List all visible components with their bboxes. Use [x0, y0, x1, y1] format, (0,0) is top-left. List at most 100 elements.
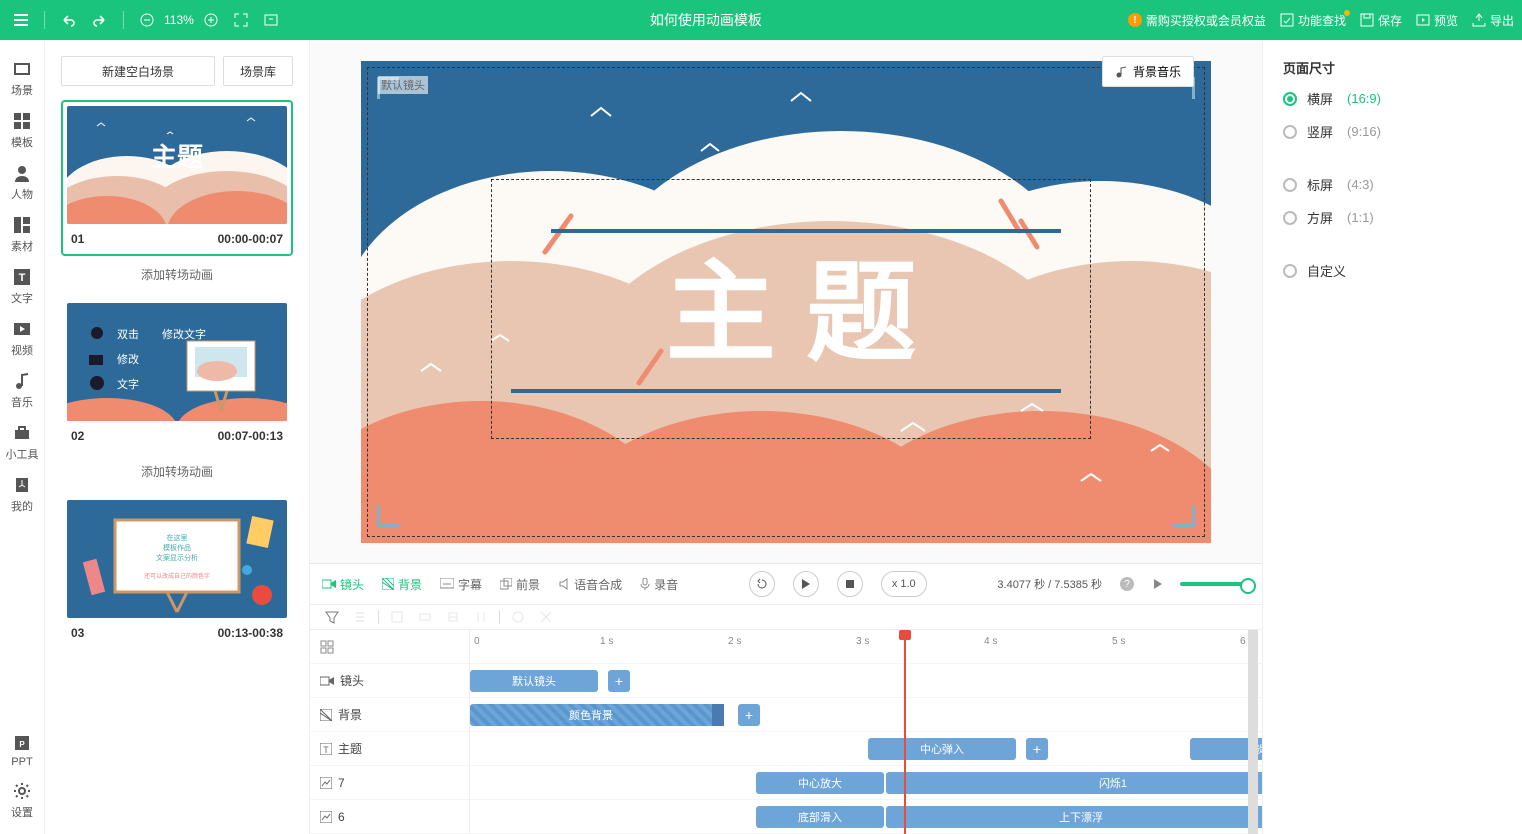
- size-standard[interactable]: 标屏(4:3): [1283, 175, 1502, 194]
- tool-a-icon[interactable]: [387, 609, 407, 625]
- row-bg[interactable]: 背景: [310, 698, 469, 732]
- save-button[interactable]: 保存: [1360, 12, 1402, 29]
- radio-icon: [1283, 211, 1297, 225]
- tab-camera[interactable]: 镜头: [322, 576, 364, 593]
- tab-bg[interactable]: 背景: [382, 576, 422, 593]
- playhead[interactable]: [904, 630, 906, 834]
- scene-card-03[interactable]: 在这里 模板作品 文案显示分析 还可以改成自己的颜色字 0300:13-00:3…: [61, 494, 293, 650]
- tab-tts[interactable]: 语音合成: [558, 576, 622, 593]
- svg-text:模板作品: 模板作品: [163, 543, 191, 552]
- rail-settings[interactable]: 设置: [11, 782, 33, 820]
- row-layer7[interactable]: 7: [310, 766, 469, 800]
- warning-icon: !: [1128, 13, 1142, 27]
- help-icon[interactable]: ?: [1120, 577, 1134, 591]
- filter-icon[interactable]: [322, 609, 342, 625]
- scene-card-02[interactable]: 双击修改文字 修改文字 0200:07-00:13: [61, 297, 293, 453]
- row-topic[interactable]: T主题: [310, 732, 469, 766]
- row-layer6[interactable]: 6: [310, 800, 469, 834]
- camera-label: 默认镜头: [378, 76, 428, 94]
- canvas-area[interactable]: 背景音乐: [310, 40, 1262, 563]
- rail-scene[interactable]: 场景: [11, 60, 33, 98]
- clip-camera[interactable]: 默认镜头: [470, 670, 598, 692]
- size-square[interactable]: 方屏(1:1): [1283, 208, 1502, 227]
- clip-l6-a[interactable]: 底部滑入: [756, 806, 884, 828]
- rail-template[interactable]: 模板: [11, 112, 33, 150]
- size-portrait[interactable]: 竖屏(9:16): [1283, 122, 1502, 141]
- add-bg-clip[interactable]: +: [738, 704, 760, 726]
- add-transition-2[interactable]: 添加转场动画: [61, 463, 293, 480]
- canvas[interactable]: 主 题 默认镜头: [361, 61, 1211, 543]
- rail-mine[interactable]: 我的: [11, 476, 33, 514]
- tool-c-icon[interactable]: [443, 609, 463, 625]
- row-camera[interactable]: 镜头: [310, 664, 469, 698]
- new-blank-scene-button[interactable]: 新建空白场景: [61, 56, 215, 86]
- preview-button[interactable]: 预览: [1416, 12, 1458, 29]
- speed-button[interactable]: x 1.0: [881, 571, 927, 597]
- undo-icon[interactable]: [55, 7, 81, 33]
- stop-button[interactable]: [837, 571, 863, 597]
- zoom-value: 113%: [164, 13, 194, 27]
- scene-library-button[interactable]: 场景库: [223, 56, 293, 86]
- scene-card-01[interactable]: 主题 0100:00-00:07: [61, 100, 293, 256]
- add-transition-1[interactable]: 添加转场动画: [61, 266, 293, 283]
- tool-e-icon[interactable]: [508, 609, 528, 625]
- fit-screen-icon[interactable]: [228, 7, 254, 33]
- svg-text:主题: 主题: [151, 142, 203, 172]
- rail-text[interactable]: T文字: [11, 268, 33, 306]
- redo-icon[interactable]: [87, 7, 113, 33]
- rail-person[interactable]: 人物: [11, 164, 33, 202]
- clip-bg[interactable]: 颜色背景: [470, 704, 724, 726]
- timeline: 镜头 背景 字幕 前景 语音合成 录音 x 1.0 3.4077 秒 / 7.5…: [310, 563, 1262, 834]
- scene-time: 00:00-00:07: [218, 232, 283, 246]
- add-topic-clip[interactable]: +: [1026, 738, 1048, 760]
- purchase-link[interactable]: !需购买授权或会员权益: [1128, 12, 1266, 29]
- rail-music[interactable]: 音乐: [11, 372, 33, 410]
- svg-text:P: P: [19, 740, 25, 749]
- radio-icon: [1283, 125, 1297, 139]
- selection-box[interactable]: [491, 179, 1091, 439]
- bgm-button[interactable]: 背景音乐: [1102, 56, 1194, 87]
- tab-front[interactable]: 前景: [500, 576, 540, 593]
- right-panel: 页面尺寸 横屏(16:9) 竖屏(9:16) 标屏(4:3) 方屏(1:1) 自…: [1262, 40, 1522, 834]
- track-layer7[interactable]: 中心放大 闪烁1 旋转弹出: [470, 766, 1262, 800]
- page-size-heading: 页面尺寸: [1283, 58, 1502, 77]
- size-landscape[interactable]: 横屏(16:9): [1283, 89, 1502, 108]
- actual-size-icon[interactable]: [258, 7, 284, 33]
- clip-l6-b[interactable]: 上下漂浮: [886, 806, 1262, 828]
- play-button[interactable]: [793, 571, 819, 597]
- rail-material[interactable]: 素材: [11, 216, 33, 254]
- track-bg[interactable]: 颜色背景 +: [470, 698, 1262, 732]
- track-topic[interactable]: 中心弹入 + 淡出: [470, 732, 1262, 766]
- menu-icon[interactable]: [8, 7, 34, 33]
- collapse-icon[interactable]: [350, 609, 370, 625]
- scene-panel: 新建空白场景 场景库 主题 0100:00-00:07 添加转场动画: [45, 40, 310, 834]
- add-camera-clip[interactable]: +: [608, 670, 630, 692]
- feature-search[interactable]: 功能查找: [1280, 12, 1346, 29]
- rail-video[interactable]: 视频: [11, 320, 33, 358]
- clip-l7-a[interactable]: 中心放大: [756, 772, 884, 794]
- document-title: 如何使用动画模板: [284, 10, 1128, 30]
- tab-record[interactable]: 录音: [640, 576, 678, 593]
- timeline-scrollbar[interactable]: [1248, 630, 1258, 834]
- export-button[interactable]: 导出: [1472, 12, 1514, 29]
- tool-b-icon[interactable]: [415, 609, 435, 625]
- tool-d-icon[interactable]: [471, 609, 491, 625]
- zoom-out-icon[interactable]: [134, 7, 160, 33]
- zoom-in-icon[interactable]: [198, 7, 224, 33]
- track-camera[interactable]: 默认镜头 +: [470, 664, 1262, 698]
- track-layer6[interactable]: 底部滑入 上下漂浮 向下滑出: [470, 800, 1262, 834]
- zoom-timeline-out-icon[interactable]: [1152, 579, 1162, 589]
- svg-text:文案显示分析: 文案显示分析: [156, 553, 198, 562]
- clip-l7-b[interactable]: 闪烁1: [886, 772, 1262, 794]
- size-custom[interactable]: 自定义: [1283, 261, 1502, 280]
- clip-topic-a[interactable]: 中心弹入: [868, 738, 1016, 760]
- timeline-ruler[interactable]: 0 1 s 2 s 3 s 4 s 5 s 6 s 7 s: [470, 630, 1262, 664]
- rail-widget[interactable]: 小工具: [6, 424, 39, 462]
- tab-subtitle[interactable]: 字幕: [440, 576, 482, 593]
- svg-text:修改文字: 修改文字: [162, 327, 206, 341]
- rail-ppt[interactable]: PPPT: [11, 734, 32, 768]
- rewind-button[interactable]: [749, 571, 775, 597]
- timeline-zoom-slider[interactable]: [1180, 582, 1250, 586]
- app-header: 113% 如何使用动画模板 !需购买授权或会员权益 功能查找 保存 预览 导出: [0, 0, 1522, 40]
- tool-f-icon[interactable]: [536, 609, 556, 625]
